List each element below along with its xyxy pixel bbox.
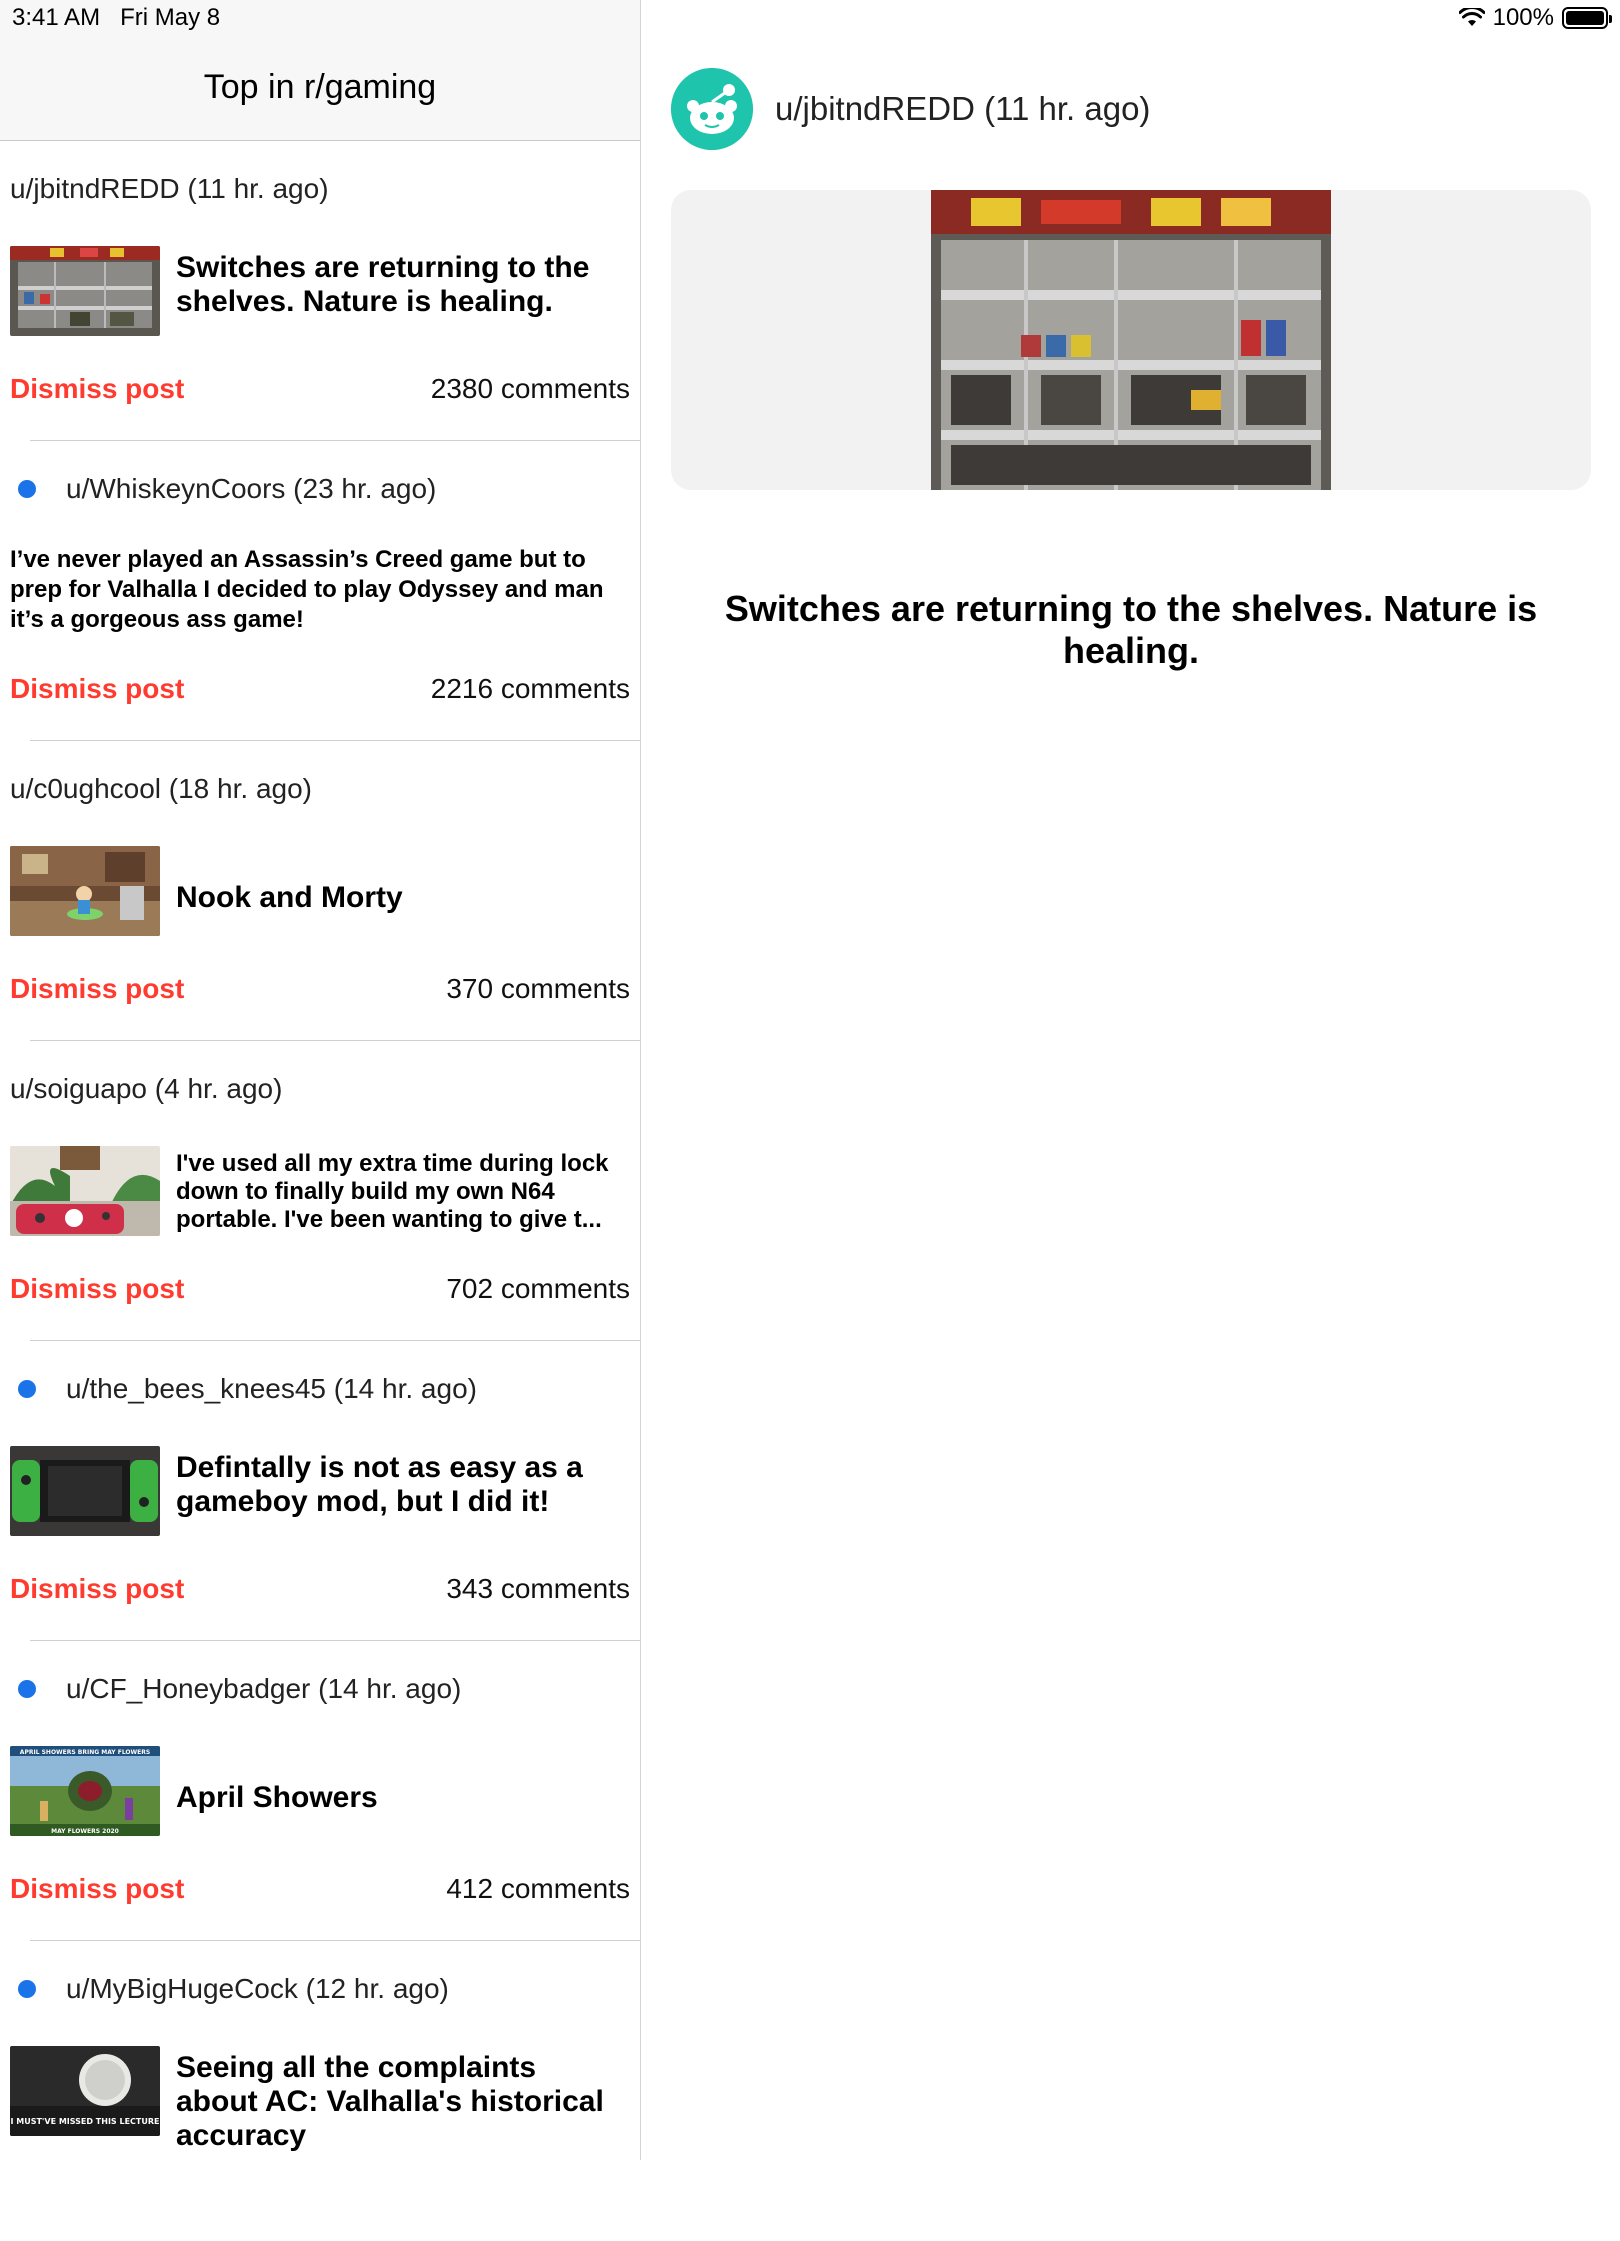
dismiss-post-button[interactable]: Dismiss post (10, 373, 184, 405)
post-media-card[interactable] (671, 190, 1591, 490)
post-title: I’ve never played an Assassin’s Creed ga… (10, 546, 604, 633)
dismiss-post-button[interactable]: Dismiss post (10, 973, 184, 1005)
post-item[interactable]: u/MyBigHugeCock (12 hr. ago) I MUST'VE M… (0, 1941, 640, 2241)
post-item[interactable]: u/c0ughcool (18 hr. ago) Nook and Morty … (0, 741, 640, 1041)
post-item[interactable]: u/WhiskeynCoors (23 hr. ago) I’ve never … (0, 441, 640, 741)
unread-dot-icon (18, 1380, 36, 1398)
post-item[interactable]: u/CF_Honeybadger (14 hr. ago) APRIL SHOW… (0, 1641, 640, 1941)
post-thumbnail[interactable] (10, 1146, 160, 1236)
battery-icon (1562, 7, 1612, 29)
post-item[interactable]: u/soiguapo (4 hr. ago) I've used all my … (0, 1041, 640, 1341)
unread-dot-icon (18, 1980, 36, 1998)
comment-count: 702 comments (446, 1273, 630, 1304)
post-title: Defintally is not as easy as a gameboy m… (176, 1451, 583, 1518)
comment-count: 2216 comments (430, 673, 630, 704)
detail-title: Switches are returning to the shelves. N… (724, 588, 1538, 671)
post-item[interactable]: u/jbitndREDD (11 hr. ago) Switches are r… (0, 141, 640, 441)
comment-count: 2380 comments (430, 373, 630, 404)
comment-count: 370 comments (446, 973, 630, 1004)
dismiss-post-button[interactable]: Dismiss post (10, 673, 184, 705)
post-author: u/jbitndREDD (11 hr. ago) (10, 173, 329, 204)
post-author: u/c0ughcool (18 hr. ago) (10, 773, 312, 804)
post-item[interactable]: u/the_bees_knees45 (14 hr. ago) Defintal… (0, 1341, 640, 1641)
dismiss-post-button[interactable]: Dismiss post (10, 1573, 184, 1605)
comment-count: 343 comments (446, 1573, 630, 1604)
detail-author: u/jbitndREDD (11 hr. ago) (775, 90, 1151, 127)
post-title: Nook and Morty (176, 881, 403, 914)
post-title: Switches are returning to the shelves. N… (176, 251, 590, 318)
dismiss-post-button[interactable]: Dismiss post (10, 1873, 184, 1905)
post-thumbnail[interactable]: I MUST'VE MISSED THIS LECTURE (10, 2046, 160, 2136)
page-title: Top in r/gaming (203, 68, 437, 106)
post-author: u/MyBigHugeCock (12 hr. ago) (10, 1973, 449, 2005)
avatar[interactable] (671, 68, 753, 150)
post-thumbnail[interactable] (10, 1446, 160, 1536)
unread-dot-icon (18, 480, 36, 498)
wifi-icon (1458, 8, 1485, 26)
comment-count: 412 comments (446, 1873, 630, 1904)
post-list[interactable]: u/jbitndREDD (11 hr. ago) Switches are r… (0, 141, 640, 2241)
detail-pane: u/jbitndREDD (11 hr. ago) Switches are r… (641, 0, 1620, 2160)
post-thumbnail[interactable] (10, 246, 160, 336)
post-thumbnail[interactable]: APRIL SHOWERS BRING MAY FLOWERS MAY FLOW… (10, 1746, 160, 1836)
unread-dot-icon (18, 1680, 36, 1698)
meme-caption-bottom: MAY FLOWERS 2020 (51, 1828, 119, 1835)
post-author: u/soiguapo (4 hr. ago) (10, 1073, 283, 1104)
battery-percent: 100% (1492, 4, 1554, 31)
status-time: 3:41 AM Fri May 8 (12, 4, 221, 31)
post-image[interactable] (931, 190, 1331, 490)
post-title: I've used all my extra time during lock … (176, 1150, 609, 1233)
post-title: April Showers (176, 1781, 378, 1814)
status-indicators: 100% (1458, 4, 1612, 32)
post-author: u/CF_Honeybadger (14 hr. ago) (10, 1673, 461, 1705)
post-thumbnail[interactable] (10, 846, 160, 936)
dismiss-post-button[interactable]: Dismiss post (10, 1273, 184, 1305)
master-pane: Top in r/gaming u/jbitndREDD (11 hr. ago… (0, 0, 641, 2160)
status-bar: 3:41 AM Fri May 8 100% (0, 0, 1620, 40)
detail-author-row: u/jbitndREDD (11 hr. ago) (671, 68, 1150, 150)
post-author: u/the_bees_knees45 (14 hr. ago) (10, 1373, 477, 1405)
meme-caption-top: APRIL SHOWERS BRING MAY FLOWERS (20, 1749, 150, 1756)
post-title: Seeing all the complaints about AC: Valh… (176, 2051, 604, 2152)
meme-caption: I MUST'VE MISSED THIS LECTURE (10, 2117, 159, 2126)
post-author: u/WhiskeynCoors (23 hr. ago) (10, 473, 436, 505)
